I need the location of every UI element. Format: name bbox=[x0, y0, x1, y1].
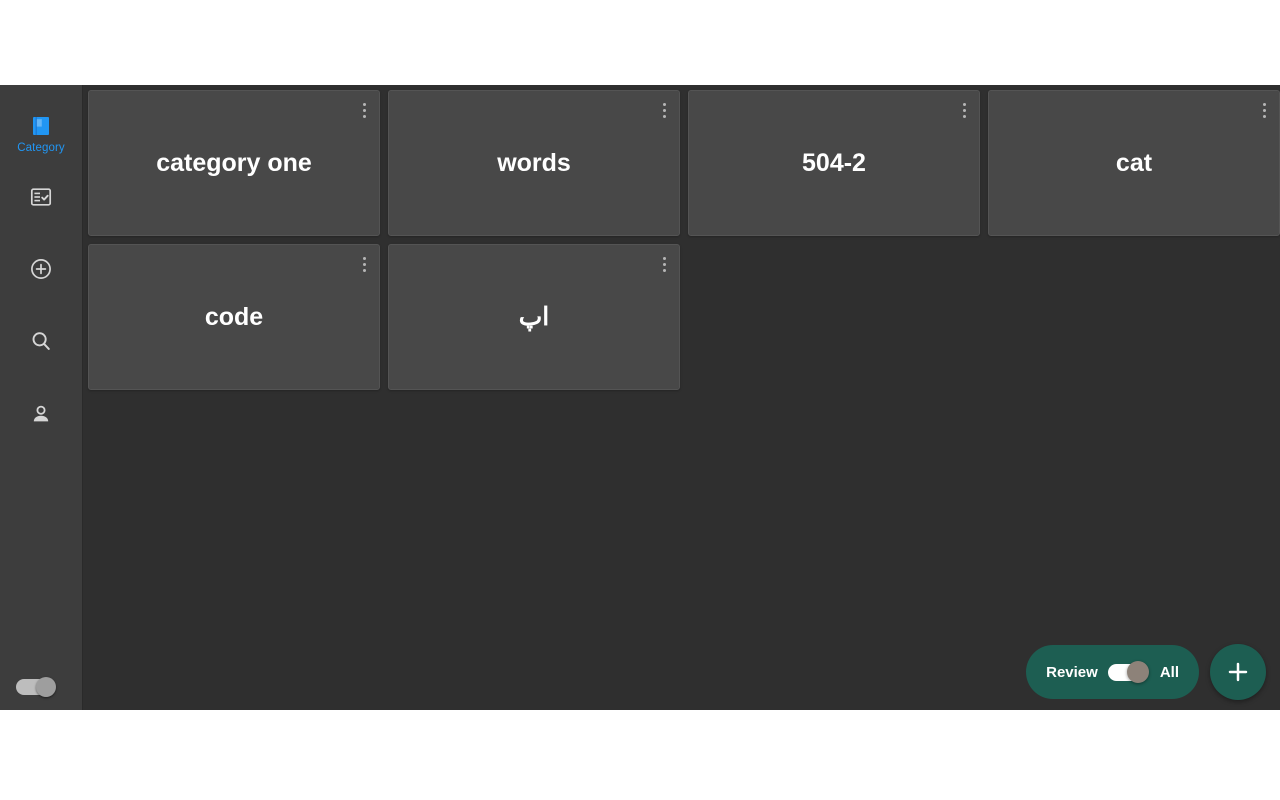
category-card-title: اپ bbox=[518, 303, 550, 331]
theme-toggle-switch[interactable] bbox=[16, 672, 62, 702]
person-icon bbox=[29, 402, 53, 426]
sidebar-item-search[interactable] bbox=[0, 322, 82, 362]
category-card-title: cat bbox=[1115, 149, 1153, 177]
fact-check-icon bbox=[29, 185, 53, 209]
theme-toggle-control[interactable] bbox=[16, 677, 60, 697]
category-card-title: code bbox=[204, 303, 264, 331]
navigation-rail: Category bbox=[0, 85, 83, 710]
all-label: All bbox=[1159, 663, 1179, 681]
more-vertical-icon[interactable] bbox=[653, 97, 675, 123]
category-card[interactable]: words bbox=[388, 90, 680, 236]
toggle-switch-icon[interactable] bbox=[1107, 661, 1150, 683]
search-icon bbox=[29, 329, 53, 353]
add-category-fab[interactable] bbox=[1210, 644, 1266, 700]
more-vertical-icon[interactable] bbox=[353, 97, 375, 123]
category-card[interactable]: اپ bbox=[388, 244, 680, 390]
app-window: Category category one words 504-2 cat co… bbox=[0, 85, 1280, 710]
category-card-title: category one bbox=[156, 149, 312, 177]
category-card[interactable]: category one bbox=[88, 90, 380, 236]
review-label: Review bbox=[1046, 663, 1098, 681]
category-card-title: 504-2 bbox=[802, 149, 866, 177]
toggle-switch-thumb bbox=[1126, 661, 1149, 683]
sidebar-item-category[interactable]: Category bbox=[0, 110, 82, 158]
more-vertical-icon[interactable] bbox=[353, 251, 375, 277]
more-vertical-icon[interactable] bbox=[953, 97, 975, 123]
sidebar-item-label-category: Category bbox=[17, 141, 65, 154]
main-content: category one words 504-2 cat code اپ Rev… bbox=[83, 85, 1280, 710]
more-vertical-icon[interactable] bbox=[653, 251, 675, 277]
theme-toggle-thumb bbox=[36, 677, 56, 697]
plus-circle-icon bbox=[29, 257, 53, 281]
more-vertical-icon[interactable] bbox=[1253, 97, 1275, 123]
bottom-controls: Review All bbox=[1026, 644, 1266, 700]
review-all-toggle-pill[interactable]: Review All bbox=[1026, 645, 1199, 699]
sidebar-item-account[interactable] bbox=[0, 395, 82, 435]
category-card-grid: category one words 504-2 cat code اپ bbox=[88, 90, 1280, 390]
sidebar-item-review[interactable] bbox=[0, 178, 82, 218]
category-card-title: words bbox=[497, 149, 571, 177]
book-icon bbox=[29, 114, 53, 138]
category-card[interactable]: 504-2 bbox=[688, 90, 980, 236]
category-card[interactable]: code bbox=[88, 244, 380, 390]
plus-icon bbox=[1225, 659, 1251, 685]
category-card[interactable]: cat bbox=[988, 90, 1280, 236]
sidebar-item-add[interactable] bbox=[0, 250, 82, 290]
